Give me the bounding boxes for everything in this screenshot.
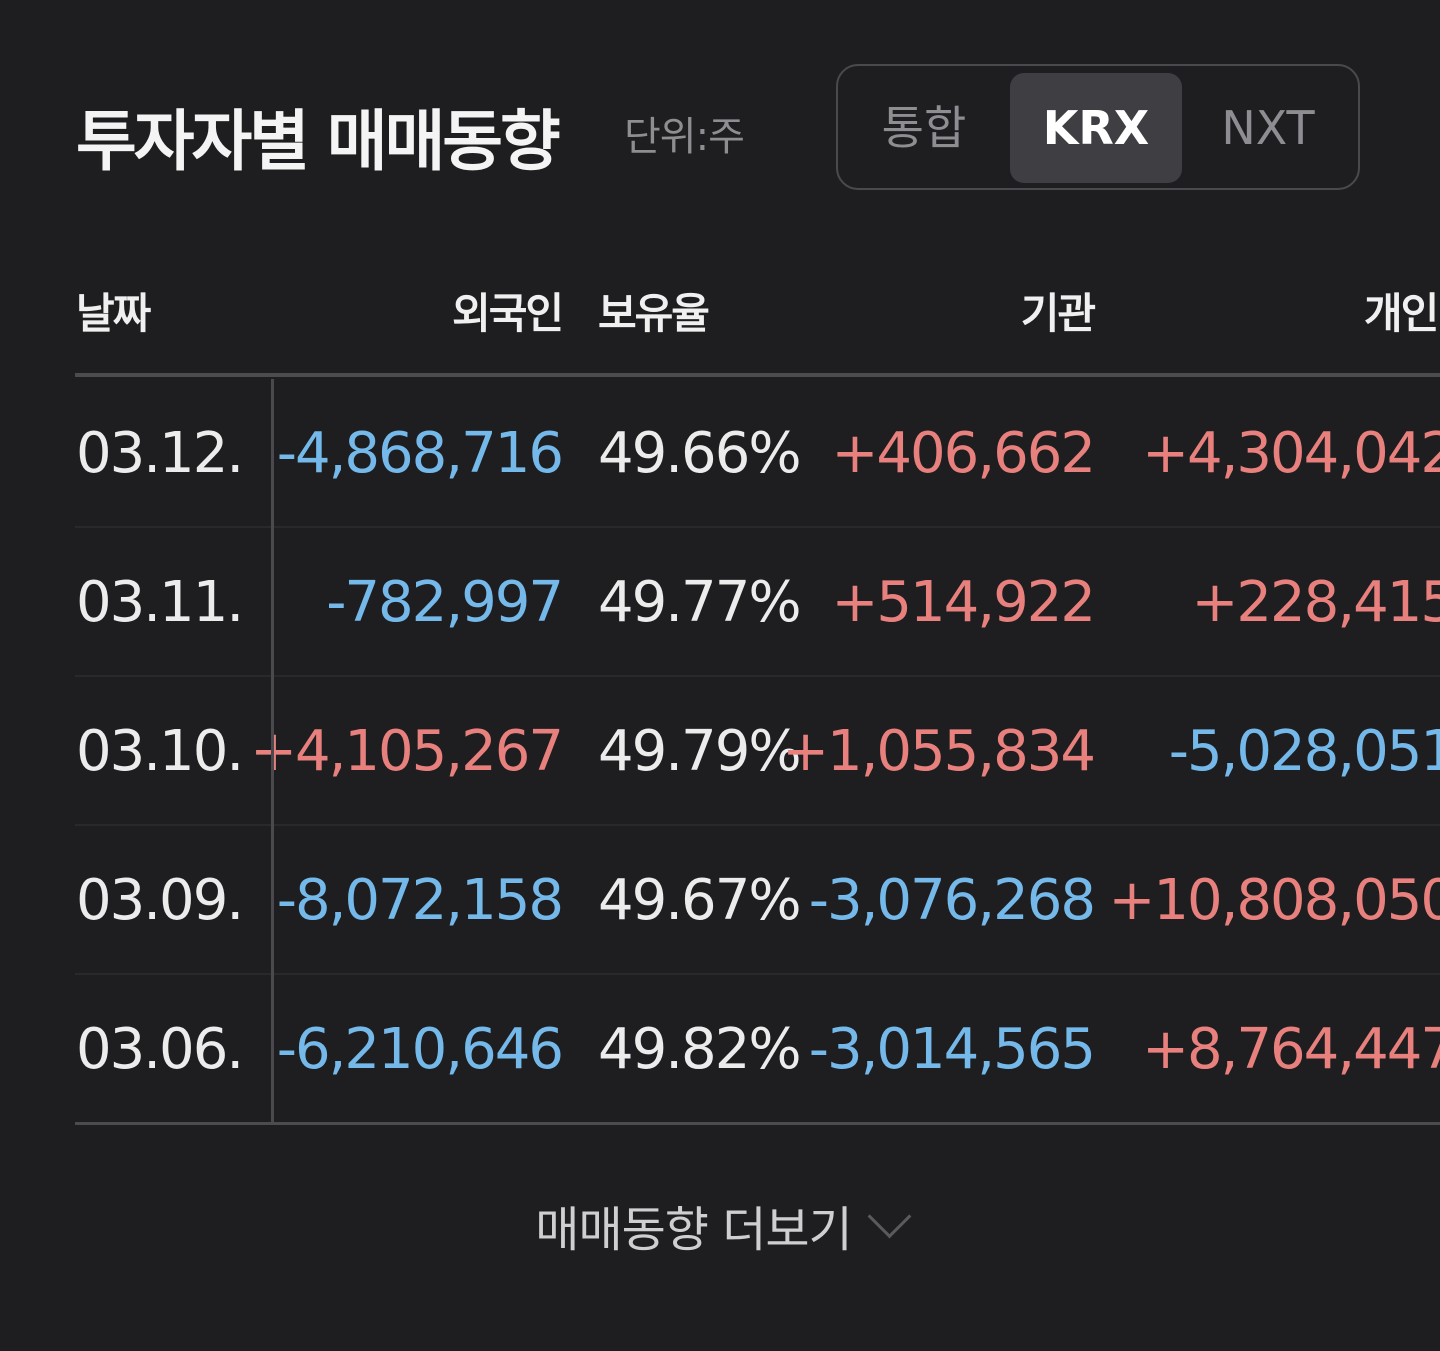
cell-individual: +4,304,042: [1142, 421, 1440, 486]
cell-date: 03.11.: [76, 570, 244, 635]
table-row: 03.12. -4,868,716 49.66% +406,662 +4,304,042: [0, 379, 1440, 528]
column-header-individual: 개인: [1364, 289, 1439, 338]
cell-foreign: -782,997: [326, 570, 564, 635]
cell-holding: 49.67%: [598, 868, 802, 933]
more-trading-label: 매매동향 더보기: [535, 1202, 852, 1258]
cell-date: 03.06.: [76, 1017, 244, 1082]
section-title: 투자자별 매매동향: [76, 103, 561, 180]
cell-individual: +10,808,050: [1108, 868, 1440, 933]
column-header-date: 날짜: [76, 289, 151, 338]
tab-combined[interactable]: 통합: [838, 73, 1010, 183]
cell-foreign: -4,868,716: [276, 421, 564, 486]
cell-holding: 49.66%: [598, 421, 802, 486]
chevron-down-icon: [867, 1194, 912, 1239]
header-divider: [75, 373, 1440, 377]
unit-label: 단위:주: [624, 114, 745, 160]
column-header-foreign: 외국인: [452, 289, 564, 338]
tab-nxt[interactable]: NXT: [1182, 73, 1354, 183]
table-row: 03.06. -6,210,646 49.82% -3,014,565 +8,764,4…: [0, 975, 1440, 1124]
table-header: 날짜 외국인 보유율 기관 개인: [0, 280, 1440, 354]
cell-institution: -3,014,565: [808, 1017, 1096, 1082]
cell-individual: +8,764,447: [1142, 1017, 1440, 1082]
table-bottom-divider: [75, 1122, 1440, 1125]
cell-individual: +228,415: [1191, 570, 1440, 635]
cell-holding: 49.82%: [598, 1017, 802, 1082]
tab-krx[interactable]: KRX: [1010, 73, 1182, 183]
trading-table-body[interactable]: 03.12. -4,868,716 49.66% +406,662 +4,304,042…: [0, 379, 1440, 1124]
column-header-holding: 보유율: [598, 289, 710, 338]
cell-foreign: -8,072,158: [276, 868, 564, 933]
cell-holding: 49.79%: [598, 719, 802, 784]
cell-institution: +1,055,834: [782, 719, 1096, 784]
table-row: 03.11. -782,997 49.77% +514,922 +228,415: [0, 528, 1440, 677]
cell-holding: 49.77%: [598, 570, 802, 635]
cell-date: 03.09.: [76, 868, 244, 933]
table-row: 03.09. -8,072,158 49.67% -3,076,268 +10,808,…: [0, 826, 1440, 975]
date-column-divider: [271, 379, 274, 1124]
cell-date: 03.12.: [76, 421, 244, 486]
cell-institution: -3,076,268: [808, 868, 1096, 933]
cell-date: 03.10.: [76, 719, 244, 784]
market-segmented-control: 통합 KRX NXT: [836, 64, 1360, 190]
cell-foreign: -6,210,646: [276, 1017, 564, 1082]
investor-trading-header: 투자자별 매매동향 단위:주 통합 KRX NXT: [76, 60, 1366, 196]
column-header-institution: 기관: [1020, 289, 1096, 338]
cell-individual: -5,028,051: [1168, 719, 1440, 784]
more-trading-button[interactable]: 매매동향 더보기: [0, 1190, 1440, 1260]
cell-institution: +514,922: [831, 570, 1096, 635]
cell-foreign: +4,105,267: [250, 719, 564, 784]
cell-institution: +406,662: [831, 421, 1096, 486]
table-row: 03.10. +4,105,267 49.79% +1,055,834 -5,028,0…: [0, 677, 1440, 826]
